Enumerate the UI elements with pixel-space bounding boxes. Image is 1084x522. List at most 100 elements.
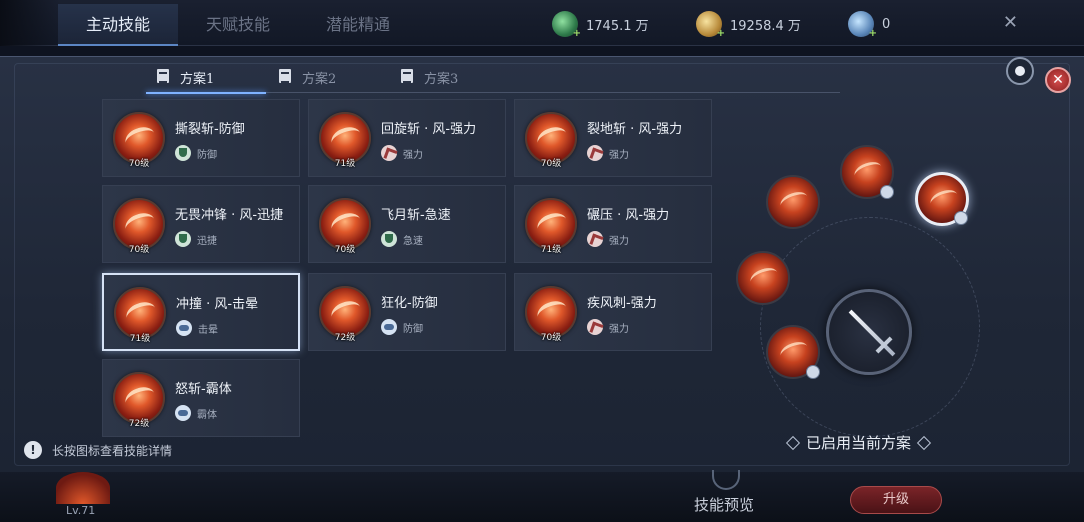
skill-card-selected[interactable]: 71级 冲撞 · 风-击晕 击晕 [102,273,300,351]
skill-card[interactable]: 70级 疾风刺-强力 强力 [514,273,712,351]
skill-name: 飞月斩-急速 [381,208,451,223]
skill-tag-label: 击晕 [198,324,218,336]
skill-tag-label: 强力 [609,149,629,161]
skill-level: 70级 [540,333,562,343]
skill-card[interactable]: 70级 无畏冲锋 · 风-迅捷 迅捷 [102,185,300,263]
document-icon [156,69,172,85]
top-bar: 主动技能 天赋技能 潜能精通 + 1745.1 万 + 19258.4 万 + … [0,0,1084,46]
skill-plan-panel: 方案1 方案2 方案3 ✕ 70级 撕裂斩-防御 防御 71级 回旋斩 · 风-… [0,56,1084,472]
applied-status: 已启用当前方案 [785,432,932,453]
power-icon [587,319,603,335]
power-icon [381,145,397,161]
currency-gold-value: 19258.4 万 [730,18,801,34]
skill-name: 碾压 · 风-强力 [587,208,670,223]
skill-name: 怒斩-霸体 [175,382,232,397]
skill-card[interactable]: 72级 怒斩-霸体 霸体 [102,359,300,437]
skill-level: 70级 [540,159,562,169]
skill-level: 70级 [128,245,150,255]
skill-name: 狂化-防御 [381,296,438,311]
gold-coin-icon: + [696,11,725,39]
tab-talent-skills[interactable]: 天赋技能 [178,4,298,46]
skill-tag-label: 防御 [403,323,423,335]
skill-name: 疾风刺-强力 [587,296,657,311]
skill-tag-label: 强力 [609,323,629,335]
badge-icon [954,211,968,225]
wheel-slot[interactable] [766,325,820,379]
info-icon: ! [24,441,42,459]
cloud-icon [175,405,191,421]
skill-tag: 强力 [381,145,423,161]
skill-tag-label: 强力 [403,149,423,161]
skill-tag: 霸体 [175,405,217,421]
skill-tag-label: 强力 [609,235,629,247]
jade-icon: + [552,11,581,39]
skill-tag: 强力 [587,319,629,335]
skill-preview-button[interactable]: 技能预览 [694,494,754,515]
shield-icon [175,231,191,247]
wheel-slot[interactable] [840,145,894,199]
shield-icon [381,231,397,247]
diamond-icon [916,435,932,450]
wheel-slot-active[interactable] [915,172,969,226]
badge-icon [880,185,894,199]
skill-name: 冲撞 · 风-击晕 [176,297,259,312]
skill-card[interactable]: 70级 撕裂斩-防御 防御 [102,99,300,177]
skill-level: 71级 [129,334,151,344]
skill-tag: 急速 [381,231,423,247]
skill-card[interactable]: 70级 飞月斩-急速 急速 [308,185,506,263]
skill-card[interactable]: 71级 碾压 · 风-强力 强力 [514,185,712,263]
skill-card[interactable]: 70级 裂地斩 · 风-强力 强力 [514,99,712,177]
document-icon [400,69,416,85]
gem-icon: + [848,11,877,39]
skill-tag: 迅捷 [175,231,217,247]
hero-avatar[interactable] [56,472,110,504]
skill-tag: 击晕 [176,320,218,336]
toggle-button[interactable] [1006,57,1034,85]
skill-card[interactable]: 71级 回旋斩 · 风-强力 强力 [308,99,506,177]
currency-gold[interactable]: + 19258.4 万 [696,10,801,39]
skill-tag: 防御 [381,319,423,335]
wheel-slot[interactable] [736,251,790,305]
currency-jade[interactable]: + 1745.1 万 [552,10,649,39]
skill-card[interactable]: 72级 狂化-防御 防御 [308,273,506,351]
cloud-icon [176,320,192,336]
skill-tag: 防御 [175,145,217,161]
skill-tag-label: 霸体 [197,409,217,421]
skill-level: 71级 [540,245,562,255]
plan-tab-1-label: 方案1 [180,71,215,87]
skill-name: 无畏冲锋 · 风-迅捷 [175,208,284,223]
currency-gem-value: 0 [882,16,891,32]
close-icon[interactable]: ✕ [1003,12,1018,33]
center-sword-button[interactable] [826,289,912,375]
currency-gem[interactable]: + 0 [848,10,891,39]
skill-level: 71级 [334,159,356,169]
currency-jade-value: 1745.1 万 [586,18,649,34]
skill-tag-label: 防御 [197,149,217,161]
power-icon [587,145,603,161]
panel-close-button[interactable]: ✕ [1045,67,1071,93]
active-tab-indicator [146,92,266,94]
upgrade-button[interactable]: 升级 [850,486,942,514]
wheel-slot[interactable] [766,175,820,229]
sword-icon [848,309,896,357]
skill-level: 72级 [128,419,150,429]
cloud-icon [381,319,397,335]
skill-level: 70级 [334,245,356,255]
badge-icon [806,365,820,379]
skill-level: 72级 [334,333,356,343]
hero-level: Lv.71 [66,504,96,517]
plan-tab-2-label: 方案2 [302,71,337,87]
shield-icon [175,145,191,161]
top-bar-fade [0,0,60,46]
tab-potential-mastery[interactable]: 潜能精通 [298,4,418,46]
tab-active-skills[interactable]: 主动技能 [58,4,178,46]
hint-text: 长按图标查看技能详情 [52,443,173,458]
plan-tab-3[interactable]: 方案3 [400,63,458,91]
skill-name: 撕裂斩-防御 [175,122,245,137]
plan-tab-3-label: 方案3 [424,71,459,87]
skill-level: 70级 [128,159,150,169]
skill-name: 裂地斩 · 风-强力 [587,122,683,137]
plan-tab-1[interactable]: 方案1 [156,63,214,91]
power-icon [587,231,603,247]
plan-tab-2[interactable]: 方案2 [278,63,336,91]
